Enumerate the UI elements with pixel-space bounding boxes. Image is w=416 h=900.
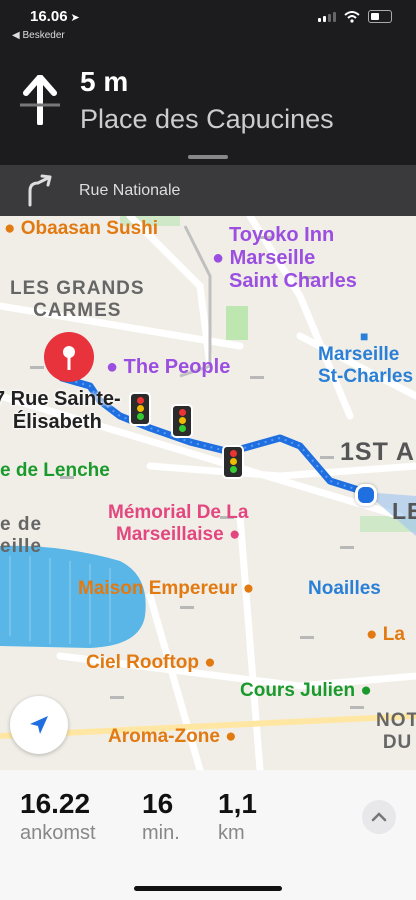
pin-icon [63,346,75,370]
status-time: 16.06 ➤ [30,8,80,25]
status-icons [318,10,392,23]
maneuver-distance: 5 m [80,66,129,97]
traffic-light-icon [171,404,193,438]
battery-icon [368,10,392,23]
district-le: LE [392,498,416,524]
destination-pin[interactable] [44,332,94,382]
poi-marseille-st-charles[interactable]: ■ Marseille St-Charles [318,328,413,388]
turn-right-icon [28,174,52,207]
distance-stat: 1,1 km [218,788,257,844]
locate-arrow-icon [30,716,48,734]
locate-me-button[interactable] [10,696,68,754]
minutes-stat: 16 min. [142,788,180,844]
district-les-grands-carmes: LES GRANDS CARMES [10,278,145,321]
current-location-icon [355,484,377,506]
poi-the-people[interactable]: ● The People [106,356,230,379]
poi-noailles[interactable]: Noailles [308,578,381,600]
next-street: Rue Nationale [79,182,181,199]
poi-maison-empereur[interactable]: Maison Empereur ● [78,578,254,600]
location-arrow-icon: ➤ [70,12,80,24]
label-fragment: e de eille [0,514,43,557]
maneuver-street: Place des Capucines [80,104,334,134]
poi-toyoko-inn[interactable]: Toyoko Inn ● Marseille Saint Charles [212,224,357,293]
navigation-banner[interactable]: 16.06 ➤ ◀ Besked­er 5 m Place des Capucin… [0,0,416,165]
poi-lenche[interactable]: e de Lenche [0,460,110,482]
trip-summary-panel[interactable]: 16.22 ankomst 16 min. 1,1 km [0,770,416,900]
signal-icon [318,11,336,22]
straight-arrow-icon [20,75,60,125]
traffic-light-icon [222,445,244,479]
arrival-stat: 16.22 ankomst [20,788,96,844]
district-1st-arr: 1ST A [340,438,415,466]
destination-label: 7 Rue Sainte- Élisabeth [0,388,121,433]
next-maneuver-bar[interactable]: Rue Nationale [0,165,416,216]
poi-obaasan-sushi[interactable]: ● Obaasan Sushi [4,218,158,240]
back-to-app-link[interactable]: ◀ Besked­er [12,30,65,41]
home-indicator[interactable] [134,886,282,891]
district-notre-dame-du: NOT DU [376,710,416,753]
traffic-light-icon [129,392,151,426]
poi-la[interactable]: ● La [366,624,405,646]
expand-button[interactable] [362,800,396,834]
panel-grabber[interactable] [188,155,228,159]
poi-memorial-marseillaise[interactable]: Mémorial De La Marseillaise ● [108,502,248,546]
poi-aroma-zone[interactable]: Aroma-Zone ● [108,726,237,748]
chevron-up-icon [371,812,387,822]
wifi-icon [344,10,360,23]
poi-cours-julien[interactable]: Cours Julien ● [240,680,372,702]
poi-ciel-rooftop[interactable]: Ciel Rooftop ● [86,652,216,674]
map-view[interactable]: ● Obaasan Sushi Toyoko Inn ● Marseille S… [0,216,416,770]
